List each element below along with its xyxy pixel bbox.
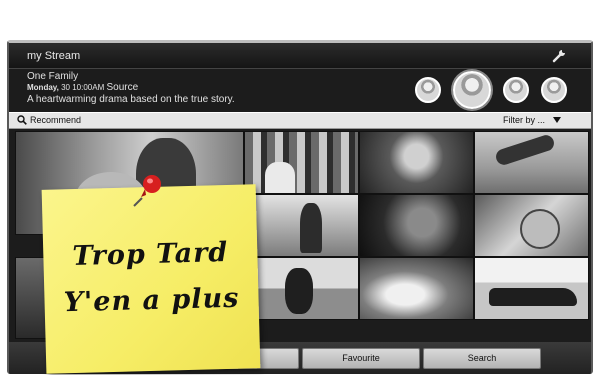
program-description: A heartwarming drama based on the true s… bbox=[27, 94, 235, 105]
program-source: Source bbox=[106, 82, 139, 93]
tile-couple[interactable] bbox=[359, 194, 474, 257]
program-name: One Family bbox=[27, 71, 79, 82]
avatar-user-3[interactable] bbox=[503, 77, 529, 103]
tile-tennis[interactable] bbox=[244, 257, 359, 320]
user-avatars bbox=[403, 71, 573, 111]
note-line-1: Trop Tard bbox=[72, 236, 229, 273]
tile-surfing[interactable] bbox=[359, 257, 474, 320]
note-line-2: Y'en a plus bbox=[63, 282, 240, 319]
filter-dropdown[interactable]: Filter by ... bbox=[503, 115, 561, 125]
tile-figure bbox=[489, 288, 577, 306]
tile-football[interactable] bbox=[474, 131, 589, 194]
tile-music-band[interactable] bbox=[244, 194, 359, 257]
filter-label: Filter by ... bbox=[502, 115, 545, 125]
tile-figure bbox=[300, 203, 322, 253]
title-bar: my Stream bbox=[9, 43, 591, 69]
filter-bar: Recommend Filter by ... bbox=[9, 112, 591, 129]
favourite-button[interactable]: Favourite bbox=[302, 348, 420, 369]
sticky-note: Trop Tard Y'en a plus bbox=[41, 184, 261, 374]
avatar-user-4[interactable] bbox=[541, 77, 567, 103]
avatar-user-1[interactable] bbox=[415, 77, 441, 103]
program-schedule: Monday, 30 10:00AM Source bbox=[27, 82, 427, 94]
program-time: 30 10:00AM bbox=[61, 83, 105, 92]
dropdown-arrow-icon bbox=[553, 117, 561, 123]
tile-figure bbox=[285, 268, 313, 314]
avatar-user-2-selected[interactable] bbox=[453, 71, 491, 109]
program-info: One Family Monday, 30 10:00AM Source A h… bbox=[27, 71, 427, 106]
search-button[interactable]: Search bbox=[423, 348, 541, 369]
wrench-icon[interactable] bbox=[551, 48, 567, 64]
tile-concert-crowd[interactable] bbox=[359, 131, 474, 194]
tile-cat[interactable] bbox=[474, 194, 589, 257]
tile-figure bbox=[493, 133, 557, 167]
tile-figure bbox=[520, 209, 560, 249]
recommend-label: Recommend bbox=[30, 115, 82, 125]
tile-race-car[interactable] bbox=[474, 257, 589, 320]
search-icon bbox=[17, 115, 27, 125]
program-day: Monday, bbox=[27, 83, 59, 92]
tile-monitor-wall[interactable] bbox=[244, 131, 359, 194]
app-title: my Stream bbox=[27, 50, 81, 62]
recommend-button[interactable]: Recommend bbox=[17, 115, 81, 125]
tile-figure bbox=[265, 162, 295, 193]
push-pin-icon bbox=[133, 175, 161, 207]
